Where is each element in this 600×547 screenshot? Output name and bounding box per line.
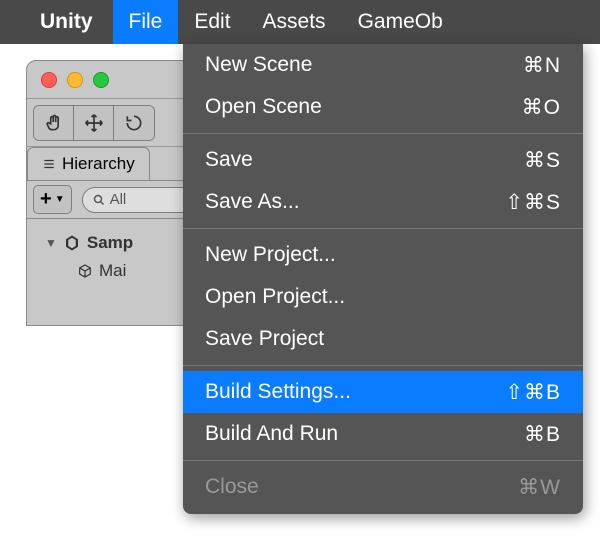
move-tool-button[interactable] [74,106,114,140]
tree-item-label: Mai [99,261,126,281]
menu-item-shortcut: ⌘O [522,95,561,120]
menu-item-label: Save As... [205,190,300,214]
menu-separator [183,228,583,229]
menu-item-shortcut: ⌘N [523,53,561,78]
menu-item-save-as[interactable]: Save As... ⇧⌘S [183,181,583,223]
file-menu-dropdown: New Scene ⌘N Open Scene ⌘O Save ⌘S Save As... ⇧… [183,44,583,514]
move-arrows-icon [84,113,104,133]
menu-item-build-and-run[interactable]: Build And Run ⌘B [183,413,583,455]
app-name[interactable]: Unity [40,10,93,34]
menu-item-label: Save Project [205,327,324,351]
menu-item-shortcut: ⇧⌘S [505,190,561,215]
close-window-button[interactable] [41,72,57,88]
menu-item-label: Close [205,475,259,499]
hierarchy-tab[interactable]: Hierarchy [27,147,150,180]
menu-item-new-scene[interactable]: New Scene ⌘N [183,44,583,86]
hand-icon [44,113,64,133]
menu-item-save-project[interactable]: Save Project [183,318,583,360]
hierarchy-create-dropdown[interactable]: + ▼ [33,185,72,214]
menu-item-shortcut: ⌘S [524,148,561,173]
mac-menubar: Unity File Edit Assets GameOb [0,0,600,44]
tree-scene-label: Samp [87,233,133,253]
search-icon [93,194,105,206]
menu-edit[interactable]: Edit [178,0,246,44]
menu-item-save[interactable]: Save ⌘S [183,139,583,181]
search-placeholder: All [110,191,127,208]
menu-separator [183,133,583,134]
menu-item-open-scene[interactable]: Open Scene ⌘O [183,86,583,128]
unity-logo-icon [63,234,81,252]
rotate-tool-button[interactable] [114,106,154,140]
menu-assets[interactable]: Assets [247,0,342,44]
cube-outline-icon [77,263,93,279]
list-icon [42,157,56,171]
zoom-window-button[interactable] [93,72,109,88]
menu-item-label: Save [205,148,253,172]
rotate-icon [124,113,144,133]
menu-item-shortcut: ⌘B [524,422,561,447]
hierarchy-tab-label: Hierarchy [62,154,135,174]
plus-icon: + [40,188,52,211]
menu-item-shortcut: ⇧⌘B [505,380,561,405]
menu-item-label: Open Project... [205,285,345,309]
chevron-down-icon: ▼ [55,194,65,205]
transform-tool-segment [33,105,155,141]
menu-item-label: New Project... [205,243,336,267]
menu-item-shortcut: ⌘W [518,475,561,500]
menu-separator [183,460,583,461]
menu-item-close: Close ⌘W [183,466,583,508]
menu-item-label: Open Scene [205,95,322,119]
menu-item-new-project[interactable]: New Project... [183,234,583,276]
menu-gameobject[interactable]: GameOb [342,0,459,44]
menu-item-label: New Scene [205,53,312,77]
minimize-window-button[interactable] [67,72,83,88]
menu-item-label: Build Settings... [205,380,351,404]
menu-item-open-project[interactable]: Open Project... [183,276,583,318]
menu-separator [183,365,583,366]
disclosure-triangle-icon[interactable]: ▼ [45,236,57,250]
hand-tool-button[interactable] [34,106,74,140]
menu-item-label: Build And Run [205,422,338,446]
menu-file[interactable]: File [113,0,179,44]
menu-item-build-settings[interactable]: Build Settings... ⇧⌘B [183,371,583,413]
